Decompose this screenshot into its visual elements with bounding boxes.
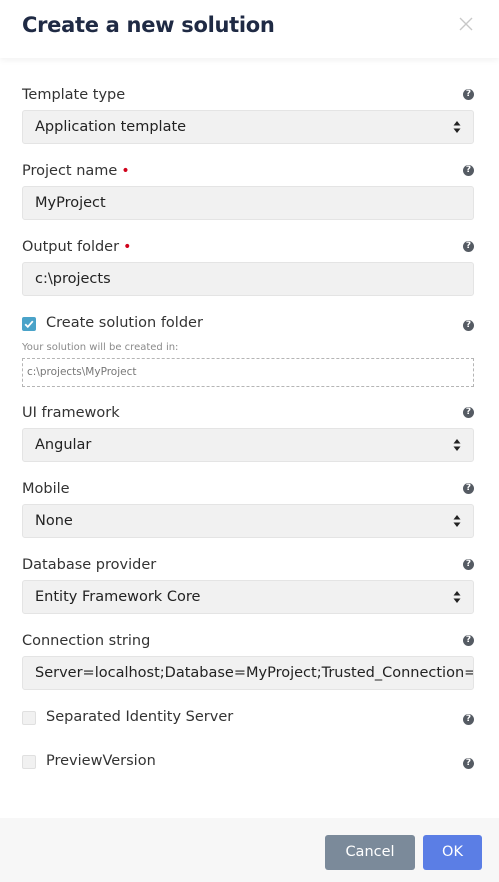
separated-identity-server-label: Separated Identity Server (46, 709, 234, 725)
database-provider-select[interactable]: Entity Framework Core (22, 580, 474, 614)
help-icon[interactable]: ? (463, 89, 474, 100)
connection-string-field: Connection string ? Server=localhost;Dat… (22, 633, 474, 693)
template-type-select[interactable]: Application template (22, 110, 474, 144)
help-icon[interactable]: ? (463, 483, 474, 494)
mobile-field: Mobile ? None (22, 481, 474, 541)
help-icon[interactable]: ? (463, 407, 474, 418)
output-folder-input[interactable]: c:\projects (22, 262, 474, 296)
connection-string-label: Connection string (22, 633, 151, 649)
preview-version-checkbox[interactable] (22, 755, 36, 769)
solution-path-hint: Your solution will be created in: (22, 342, 179, 353)
output-folder-label-text: Output folder (22, 239, 120, 255)
select-arrows-icon (453, 439, 461, 451)
connection-string-input[interactable]: Server=localhost;Database=MyProject;Trus… (22, 656, 474, 690)
help-icon[interactable]: ? (463, 714, 474, 725)
select-arrows-icon (453, 121, 461, 133)
project-name-label-text: Project name (22, 163, 118, 179)
required-marker: • (123, 239, 132, 255)
ui-framework-select[interactable]: Angular (22, 428, 474, 462)
output-folder-label: Output folder • (22, 239, 131, 255)
cancel-button[interactable]: Cancel (325, 835, 415, 870)
database-provider-value: Entity Framework Core (35, 589, 201, 605)
project-name-label: Project name • (22, 163, 130, 179)
ui-framework-field: UI framework ? Angular (22, 405, 474, 465)
preview-version-label: PreviewVersion (46, 753, 156, 769)
create-solution-folder-checkbox[interactable] (22, 317, 36, 331)
dialog-title: Create a new solution (22, 13, 275, 37)
help-icon[interactable]: ? (463, 559, 474, 570)
ui-framework-label: UI framework (22, 405, 120, 421)
select-arrows-icon (453, 515, 461, 527)
ui-framework-value: Angular (35, 437, 92, 453)
checkmark-icon (24, 320, 34, 329)
dialog-header: Create a new solution (0, 0, 499, 58)
mobile-select[interactable]: None (22, 504, 474, 538)
preview-version-row[interactable]: PreviewVersion ? (22, 753, 474, 773)
separated-identity-server-checkbox[interactable] (22, 711, 36, 725)
solution-path-preview: c:\projects\MyProject (22, 358, 474, 387)
create-solution-folder-label: Create solution folder (46, 315, 203, 331)
mobile-value: None (35, 513, 73, 529)
select-arrows-icon (453, 591, 461, 603)
close-icon[interactable] (456, 14, 476, 34)
project-name-field: Project name • ? MyProject (22, 163, 474, 223)
help-icon[interactable]: ? (463, 241, 474, 252)
dialog-footer: Cancel OK (0, 818, 499, 882)
ok-button[interactable]: OK (423, 835, 482, 870)
template-type-label: Template type (22, 87, 126, 103)
project-name-input[interactable]: MyProject (22, 186, 474, 220)
separated-identity-server-row[interactable]: Separated Identity Server ? (22, 709, 474, 729)
help-icon[interactable]: ? (463, 758, 474, 769)
help-icon[interactable]: ? (463, 165, 474, 176)
database-provider-field: Database provider ? Entity Framework Cor… (22, 557, 474, 617)
output-folder-field: Output folder • ? c:\projects (22, 239, 474, 299)
dialog-body: Template type ? Application template Pro… (0, 58, 499, 818)
help-icon[interactable]: ? (463, 320, 474, 331)
mobile-label: Mobile (22, 481, 70, 497)
create-solution-folder-row[interactable]: Create solution folder ? (22, 315, 474, 335)
database-provider-label: Database provider (22, 557, 157, 573)
required-marker: • (121, 163, 130, 179)
template-type-field: Template type ? Application template (22, 87, 474, 147)
help-icon[interactable]: ? (463, 635, 474, 646)
template-type-value: Application template (35, 119, 187, 135)
